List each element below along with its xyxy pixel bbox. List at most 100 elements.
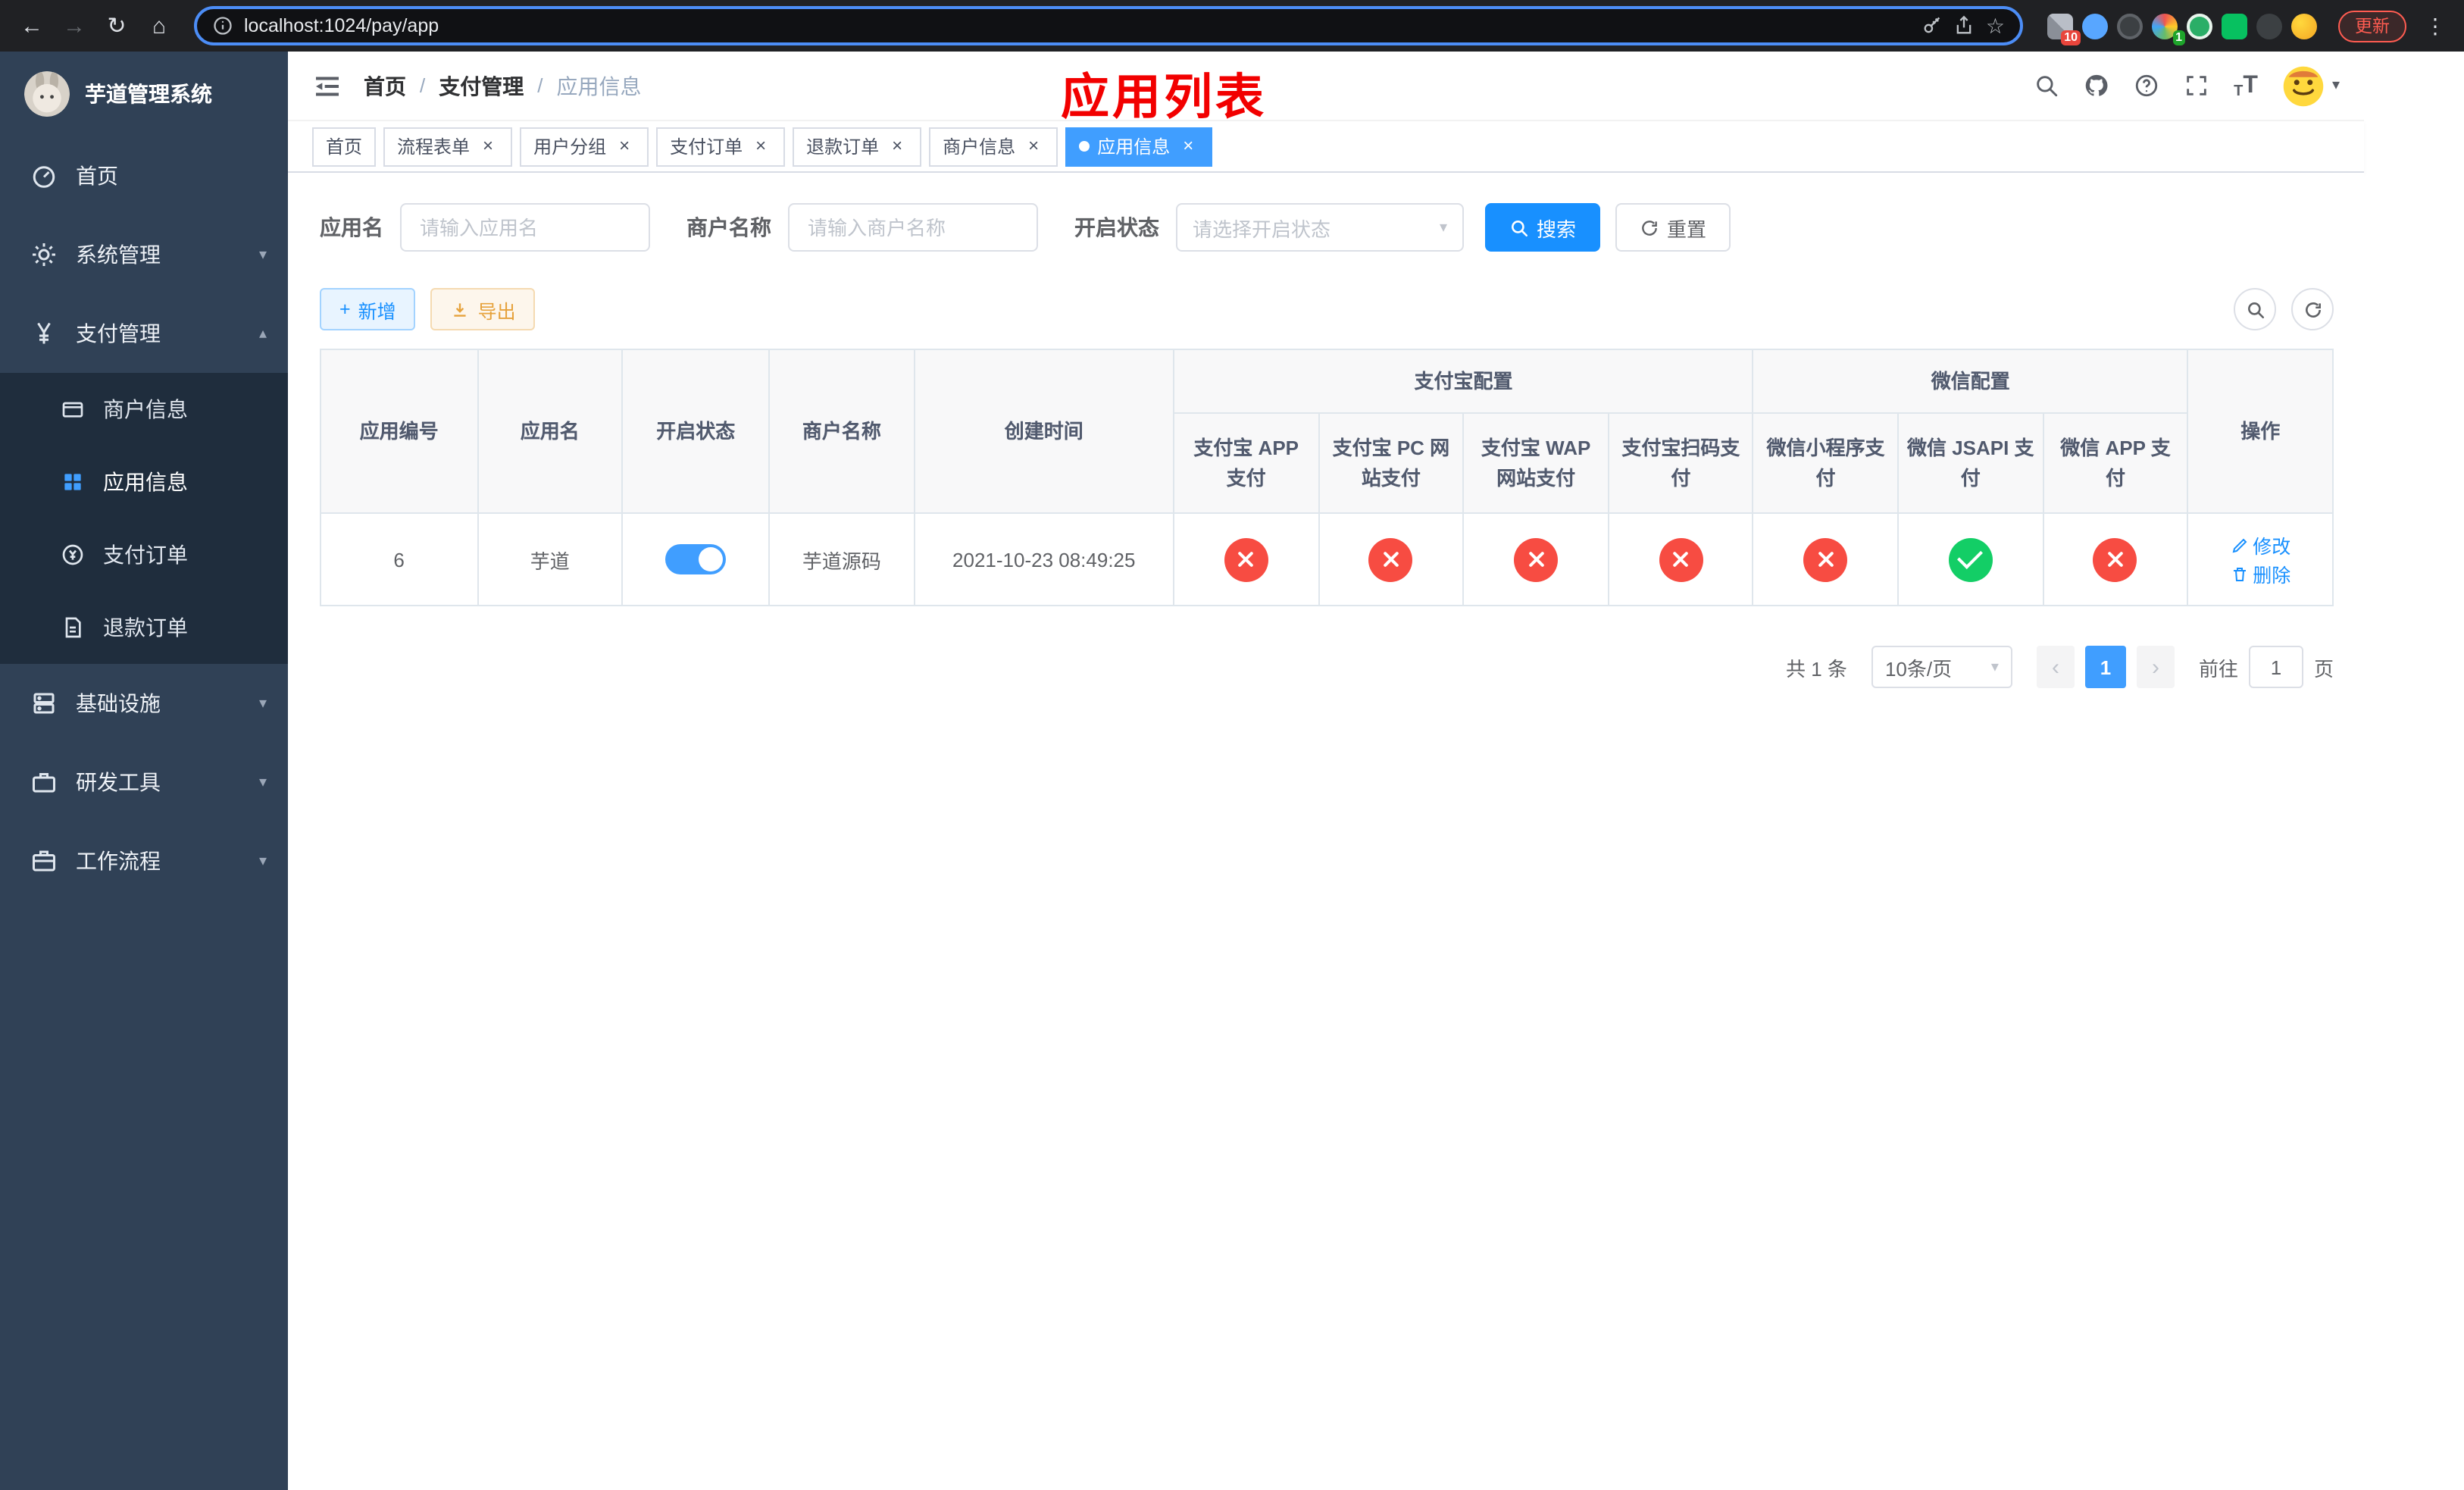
header-search-icon[interactable] (2034, 73, 2059, 99)
close-icon[interactable]: × (886, 135, 908, 157)
chevron-down-icon: ▾ (1439, 219, 1447, 236)
main-area: 首页 / 支付管理 / 应用信息 应用列表 TT ▾ 首页 流程表单 × 用户分… (288, 52, 2364, 1490)
pencil-icon (2231, 537, 2247, 552)
tab-user-group[interactable]: 用户分组 × (520, 127, 649, 166)
emoji-extension-icon[interactable] (2291, 13, 2317, 39)
browser-back-button[interactable]: ← (12, 6, 52, 45)
export-button[interactable]: 导出 (430, 288, 536, 330)
color-wheel-extension-icon[interactable]: 1 (2152, 13, 2185, 45)
browser-toolbar: ← → ↻ ⌂ localhost:1024/pay/app ☆ 10 1 更新 (0, 0, 2464, 52)
delete-link[interactable]: 删除 (2230, 559, 2290, 588)
tab-home[interactable]: 首页 (312, 127, 377, 166)
tab-label: 退款订单 (806, 136, 880, 158)
pin-extension-icon[interactable] (2256, 13, 2282, 39)
pagination: 共 1 条 10条/页 ▾ ‹ 1 › 前往 页 (320, 646, 2334, 688)
tab-flow-form[interactable]: 流程表单 × (383, 127, 513, 166)
current-page-button[interactable]: 1 (2084, 646, 2126, 688)
green-square-extension-icon[interactable] (2222, 13, 2247, 39)
close-icon[interactable]: × (1177, 135, 1199, 157)
dark-circle-extension-icon[interactable] (2117, 13, 2143, 39)
browser-forward-button[interactable]: → (55, 6, 94, 45)
add-button[interactable]: + 新增 (320, 288, 416, 330)
browser-home-button[interactable]: ⌂ (139, 6, 179, 45)
table-row: 6 芋道 芋道源码 2021-10-23 08:49:25 修改 删除 (320, 512, 2334, 606)
sidebar-subitem-pay-order[interactable]: 支付订单 (0, 518, 288, 591)
column-header: 开启状态 (621, 349, 771, 514)
column-header: 支付宝 PC 网站支付 (1318, 412, 1465, 514)
sidebar-item-label: 基础设施 (76, 691, 161, 715)
breadcrumb-payment[interactable]: 支付管理 (439, 70, 524, 101)
status-select[interactable]: 请选择开启状态 ▾ (1176, 203, 1464, 252)
merchant-name-input[interactable] (788, 203, 1038, 252)
breadcrumb-current: 应用信息 (556, 74, 642, 98)
breadcrumb-separator: / (420, 74, 426, 97)
github-icon[interactable] (2084, 73, 2109, 99)
password-key-icon[interactable] (1922, 15, 1943, 36)
sidebar-item-label: 支付管理 (76, 321, 161, 346)
sidebar-item-workflow[interactable]: 工作流程 ▾ (0, 822, 288, 900)
breadcrumb-home[interactable]: 首页 (364, 70, 406, 101)
chevron-down-icon: ▾ (258, 246, 267, 263)
browser-update-button[interactable]: 更新 (2338, 10, 2406, 42)
pixel-grid-extension-icon[interactable]: 10 (2047, 13, 2081, 45)
tab-pay-order[interactable]: 支付订单 × (656, 127, 786, 166)
edit-link[interactable]: 修改 (2230, 531, 2290, 559)
browser-menu-icon[interactable]: ⋮ (2419, 13, 2452, 39)
browser-reload-button[interactable]: ↻ (97, 6, 136, 45)
share-icon[interactable] (1954, 15, 1975, 36)
bank-card-icon (62, 402, 83, 418)
sidebar-item-home[interactable]: 首页 (0, 136, 288, 215)
close-icon[interactable]: × (750, 135, 771, 157)
sidebar-item-label: 退款订单 (103, 615, 188, 640)
add-button-label: 新增 (358, 301, 396, 322)
page-info-icon[interactable] (212, 15, 233, 36)
close-icon[interactable]: × (614, 135, 635, 157)
sidebar-item-devtools[interactable]: 研发工具 ▾ (0, 743, 288, 822)
help-icon[interactable] (2134, 73, 2159, 99)
user-avatar-menu[interactable]: ▾ (2282, 64, 2340, 107)
toggle-search-button[interactable] (2234, 288, 2276, 330)
reset-button-label: 重置 (1667, 218, 1707, 240)
sidebar-subitem-refund-order[interactable]: 退款订单 (0, 591, 288, 664)
enabled-toggle[interactable] (665, 544, 727, 574)
close-icon[interactable]: × (477, 135, 499, 157)
fullscreen-icon[interactable] (2184, 73, 2209, 99)
status-label: 开启状态 (1074, 215, 1159, 239)
page-size-select[interactable]: 10条/页 ▾ (1871, 646, 2012, 688)
wechat-app-status-icon (2093, 537, 2137, 581)
sidebar-subitem-merchant-info[interactable]: 商户信息 (0, 373, 288, 446)
refresh-table-button[interactable] (2291, 288, 2334, 330)
next-page-button[interactable]: › (2136, 646, 2175, 688)
refresh-icon (1642, 220, 1657, 235)
sidebar-item-payment[interactable]: 支付管理 ▴ (0, 294, 288, 373)
trash-icon (2233, 567, 2246, 581)
gear-icon (33, 243, 55, 266)
app-logo[interactable]: 芋道管理系统 (0, 52, 288, 136)
tab-merchant-info[interactable]: 商户信息 × (929, 127, 1058, 166)
font-size-icon[interactable]: TT (2234, 72, 2258, 99)
prev-page-button[interactable]: ‹ (2036, 646, 2075, 688)
sidebar-item-system[interactable]: 系统管理 ▾ (0, 215, 288, 294)
search-filter-form: 应用名 商户名称 开启状态 请选择开启状态 ▾ 搜索 (320, 203, 2334, 252)
sidebar-item-infrastructure[interactable]: 基础设施 ▾ (0, 664, 288, 743)
green-circle-extension-icon[interactable] (2187, 13, 2212, 39)
goto-page-input[interactable] (2248, 646, 2303, 688)
breadcrumb-separator: / (537, 74, 543, 97)
blue-drop-extension-icon[interactable] (2082, 13, 2108, 39)
alipay-wap-status-icon (1514, 537, 1559, 581)
workflow-icon (33, 850, 55, 872)
reset-button[interactable]: 重置 (1615, 203, 1731, 252)
address-bar[interactable]: localhost:1024/pay/app ☆ (194, 6, 2023, 45)
export-button-label: 导出 (477, 301, 516, 322)
close-icon[interactable]: × (1023, 135, 1044, 157)
sidebar-subitem-app-info[interactable]: 应用信息 (0, 446, 288, 518)
bookmark-star-icon[interactable]: ☆ (1986, 13, 2005, 39)
app-name-input[interactable] (400, 203, 650, 252)
table-toolbar: + 新增 导出 (320, 288, 2334, 330)
search-button[interactable]: 搜索 (1485, 203, 1601, 252)
chevron-down-icon: ▾ (2331, 77, 2340, 94)
tab-refund-order[interactable]: 退款订单 × (793, 127, 922, 166)
cell-merchant: 芋道源码 (768, 512, 915, 606)
sidebar-collapse-icon[interactable] (312, 70, 342, 101)
tab-app-info[interactable]: 应用信息 × (1065, 127, 1213, 166)
